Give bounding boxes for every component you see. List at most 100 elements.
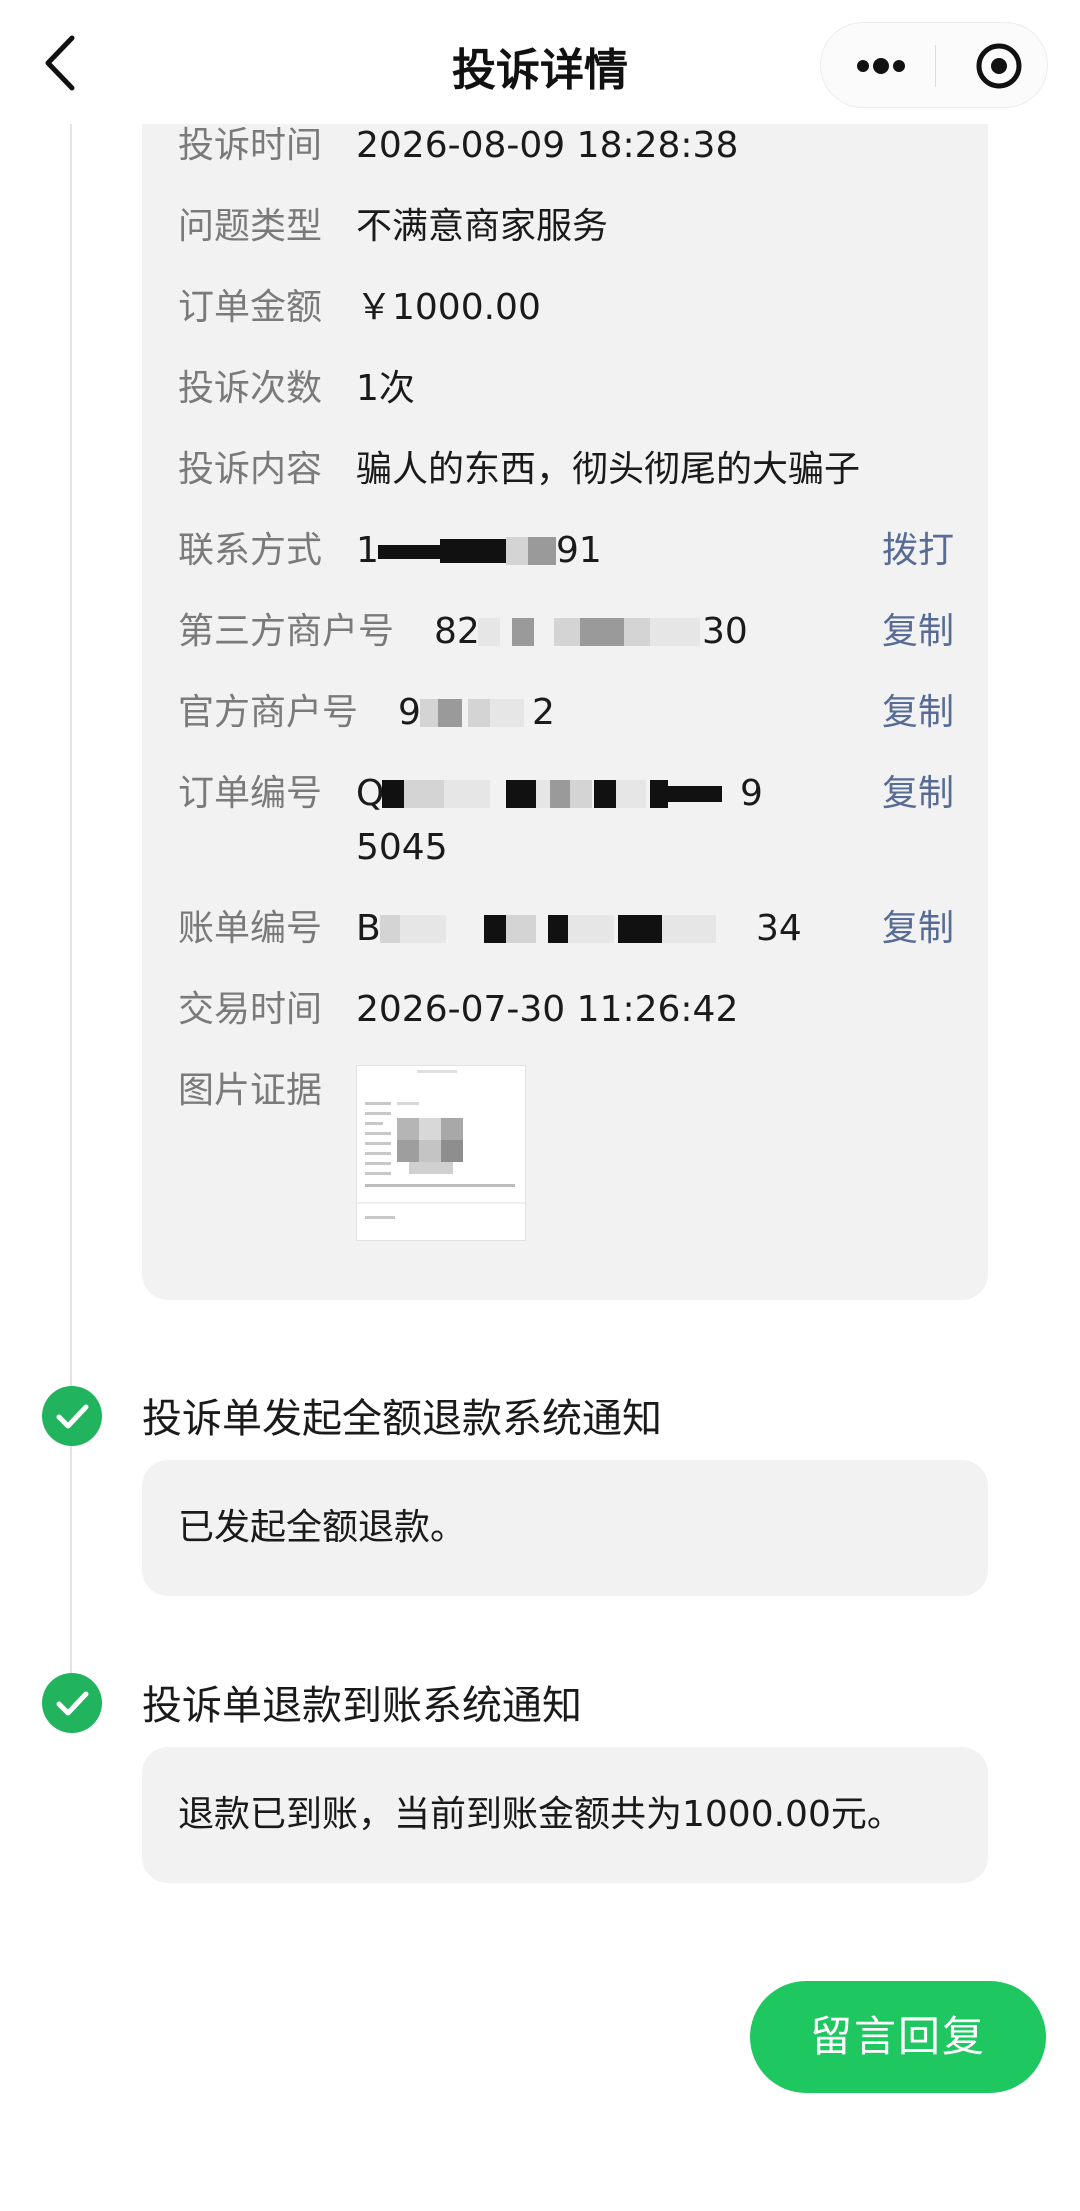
bill-number-label: 账单编号 [178,908,323,949]
check-circle-icon [42,1673,102,1733]
third-party-merchant-value-start: 82 [434,611,480,652]
contact-value-end: 91 [556,530,602,571]
redaction-block [506,915,536,943]
official-merchant-value-end: 2 [532,692,555,733]
complaint-time-label: 投诉时间 [178,125,323,166]
redaction-block [554,618,580,646]
bill-number-value-start: B [356,908,381,949]
complaint-detail-card: 投诉时间 2026-08-09 18:28:38 问题类型 不满意商家服务 订单… [142,100,988,1300]
redaction-block [570,780,592,808]
bill-number-value-end: 34 [756,908,802,949]
redaction-block [382,780,404,808]
official-merchant-value-start: 9 [398,692,421,733]
timeline-title-full-refund: 投诉单发起全额退款系统通知 [142,1396,662,1442]
redaction-block [468,699,490,727]
redaction-block [506,780,536,808]
contact-label: 联系方式 [178,530,323,571]
mini-program-capsule [820,22,1048,108]
order-number-value-end: 9 [740,773,763,814]
redaction-block [618,915,662,943]
detail-row-issue-type: 问题类型 不满意商家服务 [178,197,988,257]
timeline-line [70,124,72,1719]
detail-row-order-number-cont: 5045 [178,818,988,878]
nav-bar: 投诉详情 [0,0,1080,124]
detail-row-complaint-content: 投诉内容 骗人的东西，彻头彻尾的大骗子 [178,440,988,500]
redaction-block [548,915,568,943]
official-merchant-label: 官方商户号 [178,692,359,733]
redaction-block [668,786,722,802]
official-merchant-value-masked: 9 2 [398,683,868,743]
redaction-block [380,915,400,943]
copy-third-party-merchant-button[interactable]: 复制 [882,602,954,662]
timeline-title-refund-arrived: 投诉单退款到账系统通知 [142,1683,582,1729]
redaction-block [484,915,506,943]
order-amount-value: ￥1000.00 [356,287,541,328]
redaction-block [512,618,534,646]
detail-row-order-amount: 订单金额 ￥1000.00 [178,278,988,338]
contact-value-start: 1 [356,530,379,571]
order-number-value-start: Q [356,773,385,814]
detail-row-official-merchant: 官方商户号 9 2 复制 [178,683,988,743]
redaction-block [420,699,438,727]
copy-official-merchant-button[interactable]: 复制 [882,683,954,743]
transaction-time-value: 2026-07-30 11:26:42 [356,989,739,1030]
evidence-label: 图片证据 [178,1070,323,1111]
redaction-block [400,915,446,943]
third-party-merchant-value-end: 30 [702,611,748,652]
redaction-block [404,780,444,808]
transaction-time-label: 交易时间 [178,989,323,1030]
check-circle-icon [42,1386,102,1446]
redaction-block [616,780,646,808]
redaction-block [662,915,716,943]
redaction-block [624,618,650,646]
copy-bill-number-button[interactable]: 复制 [882,899,954,959]
redaction-block [506,537,528,565]
redaction-block [536,780,550,808]
copy-order-number-button[interactable]: 复制 [882,764,954,824]
receipt-screenshot-image [357,1066,525,1240]
redaction-block [650,618,700,646]
bill-number-value-masked: B 34 [356,899,826,959]
more-button[interactable] [839,39,919,93]
third-party-merchant-label: 第三方商户号 [178,611,395,652]
issue-type-value: 不满意商家服务 [356,206,609,247]
detail-row-evidence: 图片证据 [178,1061,988,1121]
complaint-content-value: 骗人的东西，彻头彻尾的大骗子 [356,449,861,490]
timeline-note-full-refund: 已发起全额退款。 [178,1507,467,1548]
timeline-note-refund-arrived: 退款已到账，当前到账金额共为1000.00元。 [178,1794,903,1835]
redaction-block [478,618,500,646]
call-button[interactable]: 拨打 [882,521,954,581]
leave-reply-button[interactable]: 留言回复 [750,1981,1046,2093]
contact-value-masked: 1 91 [356,521,826,581]
detail-row-complaint-count: 投诉次数 1次 [178,359,988,419]
redaction-block [528,537,556,565]
timeline-note-card: 退款已到账，当前到账金额共为1000.00元。 [142,1747,988,1883]
detail-row-third-party-merchant: 第三方商户号 82 30 复制 [178,602,988,662]
order-number-value-masked: Q 9 [356,764,826,824]
detail-row-contact: 联系方式 1 91 拨打 [178,521,988,581]
issue-type-label: 问题类型 [178,206,323,247]
detail-row-complaint-time: 投诉时间 2026-08-09 18:28:38 [178,116,988,176]
redaction-block [650,780,668,808]
redaction-block [580,618,624,646]
third-party-merchant-value-masked: 82 30 [434,602,904,662]
target-close-icon [976,43,1022,89]
complaint-time-value: 2026-08-09 18:28:38 [356,125,739,166]
detail-row-bill-number: 账单编号 B 34 复制 [178,899,988,959]
redaction-block [568,915,614,943]
close-button[interactable] [951,39,1031,93]
complaint-count-label: 投诉次数 [178,368,323,409]
redaction-block [594,780,616,808]
more-dots-icon [857,58,905,74]
redaction-block [550,780,570,808]
order-number-value-line2: 5045 [356,827,448,868]
evidence-image-thumbnail[interactable] [356,1065,526,1241]
redaction-block [444,780,490,808]
timeline-note-card: 已发起全额退款。 [142,1460,988,1596]
capsule-divider [935,45,936,87]
complaint-count-value: 1次 [356,368,415,409]
redaction-block [490,699,524,727]
detail-row-order-number: 订单编号 Q 9 复制 [178,764,988,824]
detail-row-transaction-time: 交易时间 2026-07-30 11:26:42 [178,980,988,1040]
redaction-block [438,699,462,727]
